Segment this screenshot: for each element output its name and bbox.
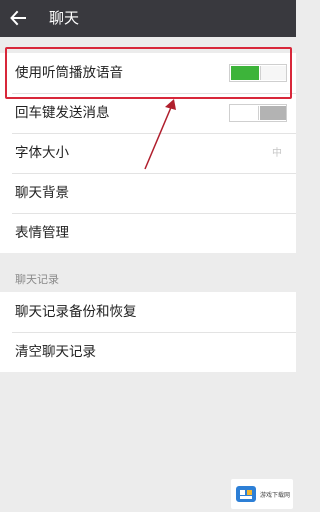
- toggle-off-fill: [260, 106, 286, 120]
- chat-background-label: 聊天背景: [15, 185, 69, 201]
- font-size-value: 中: [272, 148, 282, 159]
- enter-to-send-label: 回车键发送消息: [15, 105, 110, 121]
- chat-background-row[interactable]: 聊天背景: [0, 173, 296, 213]
- watermark-text: 游戏下载网: [260, 491, 291, 499]
- toggle-knob: [231, 106, 259, 120]
- chat-history-section: 聊天记录备份和恢复 清空聊天记录: [0, 292, 296, 372]
- clear-history-row[interactable]: 清空聊天记录: [0, 332, 296, 372]
- enter-to-send-toggle[interactable]: [229, 104, 287, 122]
- watermark-logo-icon: [236, 486, 256, 502]
- clear-history-label: 清空聊天记录: [15, 344, 96, 360]
- emoji-management-label: 表情管理: [15, 225, 69, 241]
- annotation-arrow-icon: [144, 99, 176, 170]
- page-title: 聊天: [49, 9, 80, 27]
- top-bar: 聊天: [0, 0, 296, 37]
- backup-restore-row[interactable]: 聊天记录备份和恢复: [0, 292, 296, 332]
- back-arrow-icon[interactable]: [9, 9, 27, 27]
- backup-restore-label: 聊天记录备份和恢复: [15, 304, 137, 320]
- annotation-highlight-box: [5, 47, 292, 99]
- emoji-management-row[interactable]: 表情管理: [0, 213, 296, 253]
- chat-history-section-header: 聊天记录: [15, 273, 59, 286]
- watermark-badge: 游戏下载网: [231, 479, 293, 509]
- font-size-label: 字体大小: [15, 145, 69, 161]
